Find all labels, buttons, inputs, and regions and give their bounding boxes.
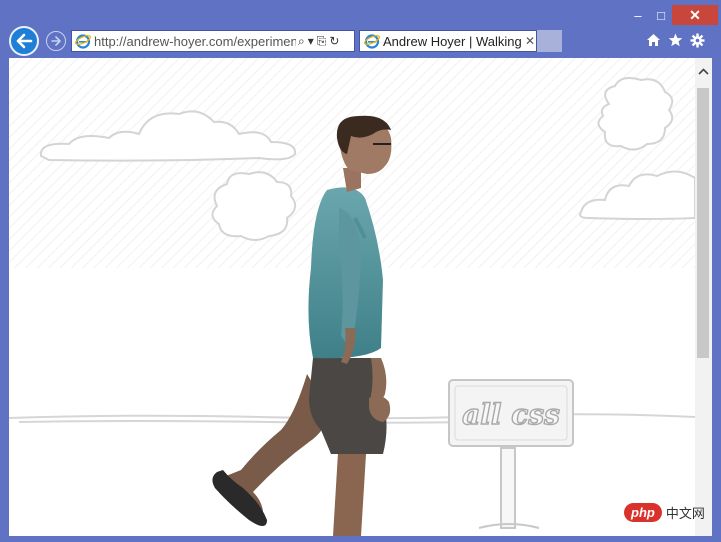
title-bar: – □ ✕ http://andrew-hoyer.com/experiment… [0,0,721,58]
search-icon[interactable]: ⌕ [298,34,305,49]
browser-window: – □ ✕ http://andrew-hoyer.com/experiment… [0,0,721,542]
maximize-button[interactable]: □ [650,5,672,25]
close-button[interactable]: ✕ [672,5,718,25]
scroll-up-arrow[interactable] [695,64,712,78]
home-icon [646,34,660,46]
star-icon [668,33,682,47]
watermark: php 中文网 [624,500,714,524]
address-bar[interactable]: http://andrew-hoyer.com/experiments ⌕ ▾ … [71,30,355,52]
vertical-scrollbar[interactable] [695,58,712,536]
sign: all css [448,379,574,529]
arrow-right-icon [51,36,61,46]
new-tab-button[interactable] [537,30,562,52]
chevron-up-icon [698,67,709,75]
cloud-right-top [597,77,674,151]
sign-text: all css [462,398,560,431]
tab-title: Andrew Hoyer | Walking ... [383,33,523,49]
gear-icon [690,33,704,47]
dropdown-arrow-icon[interactable]: ▾ [308,34,314,48]
minimize-button[interactable]: – [626,5,650,25]
forward-button[interactable] [46,31,66,51]
home-button[interactable] [643,30,663,50]
page-viewport[interactable]: all css [9,58,695,536]
tools-button[interactable] [687,30,707,50]
ie-favicon-icon [364,34,380,49]
watermark-logo: php [624,502,662,522]
back-button[interactable] [9,26,39,56]
scroll-thumb[interactable] [697,88,709,358]
watermark-text: 中文网 [665,505,705,521]
tab-close-icon[interactable]: ✕ [525,34,535,48]
url-text[interactable]: http://andrew-hoyer.com/experiments [94,34,296,49]
compatibility-view-icon[interactable]: ⎘ [317,34,327,49]
tab-active[interactable]: Andrew Hoyer | Walking ... ✕ [359,30,537,52]
refresh-icon[interactable]: ↻ [329,34,339,48]
arrow-left-icon [16,33,33,49]
walking-scene: all css [9,58,695,536]
favorites-button[interactable] [665,30,685,50]
ie-favicon-icon [75,34,91,49]
